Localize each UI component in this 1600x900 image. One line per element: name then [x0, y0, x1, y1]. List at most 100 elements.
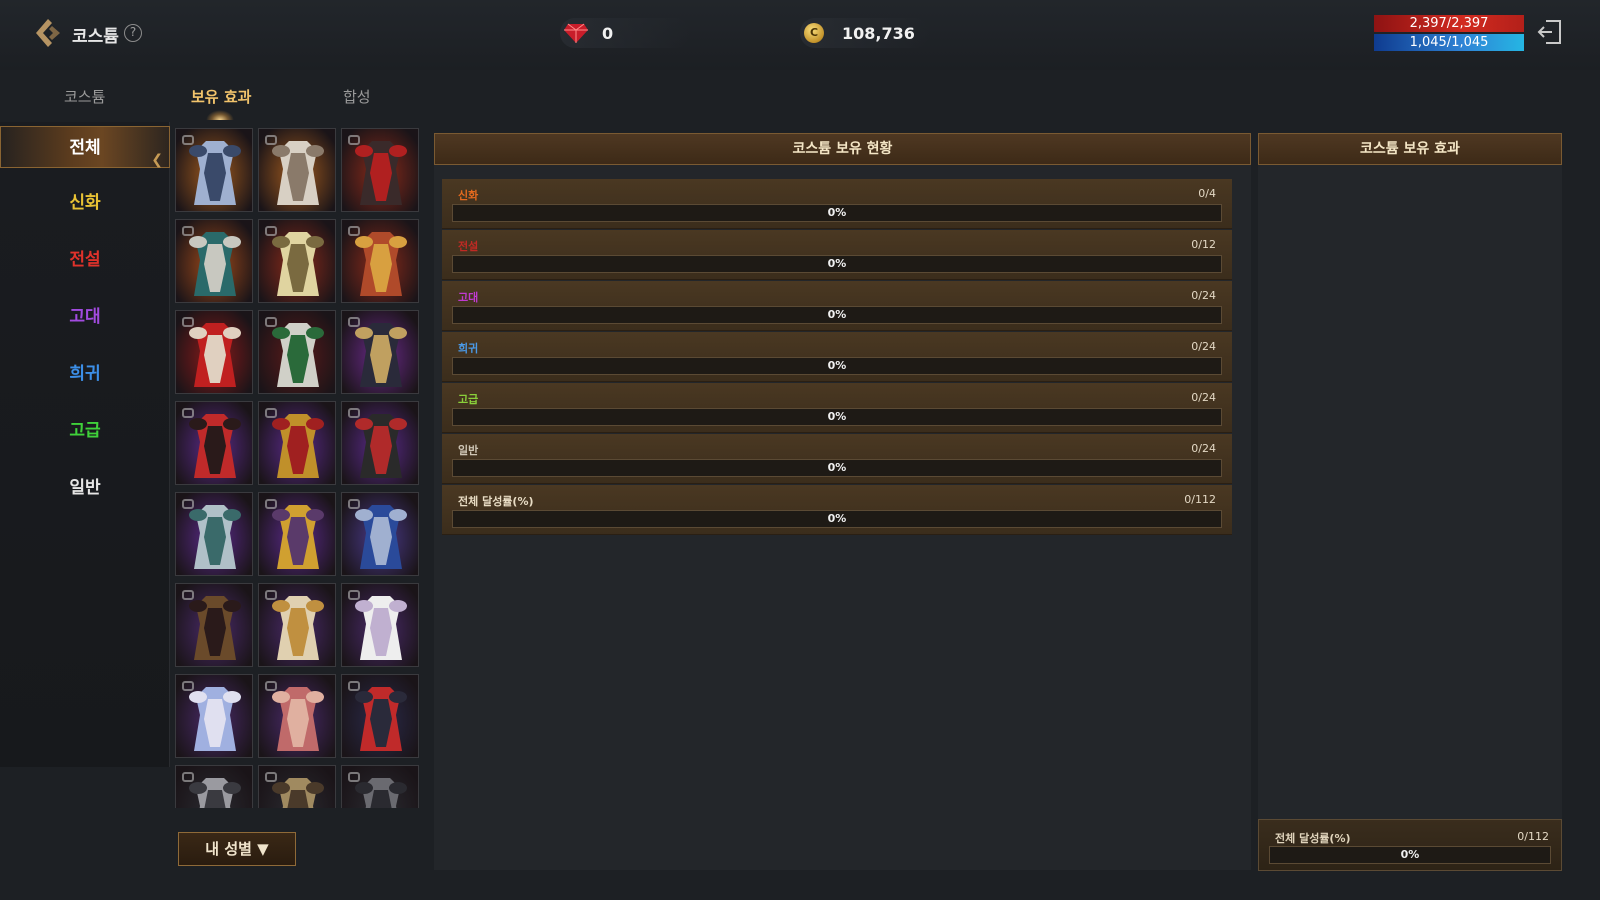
category-all[interactable]: 전체 ❮: [0, 126, 170, 168]
total-percent: 0%: [1400, 848, 1420, 861]
costume-slot[interactable]: [175, 674, 253, 758]
lock-icon: [182, 499, 194, 509]
lock-icon: [182, 317, 194, 327]
costume-slot[interactable]: [341, 219, 419, 303]
grade-count: 0/24: [1191, 442, 1216, 455]
status-row: 고급 0/24 0%: [442, 383, 1232, 433]
lock-icon: [182, 408, 194, 418]
costume-grid: [172, 128, 426, 808]
category-sidebar: 전체 ❮ 신화 전설 고대 희귀 고급 일반: [0, 122, 170, 767]
grade-count: 0/112: [1184, 493, 1216, 506]
gold-currency: C 108,736: [800, 18, 930, 48]
lock-icon: [265, 408, 277, 418]
tab-synthesis[interactable]: 합성: [343, 86, 371, 107]
grade-percent: 0%: [827, 410, 847, 423]
costume-slot[interactable]: [258, 492, 336, 576]
gold-amount: 108,736: [842, 24, 915, 43]
costume-slot[interactable]: [258, 219, 336, 303]
category-legendary[interactable]: 전설: [0, 239, 170, 281]
costume-slot[interactable]: [258, 674, 336, 758]
lock-icon: [182, 590, 194, 600]
lock-icon: [348, 681, 360, 691]
costume-slot[interactable]: [258, 128, 336, 212]
category-normal[interactable]: 일반: [0, 467, 170, 509]
grade-percent: 0%: [827, 308, 847, 321]
lock-icon: [348, 135, 360, 145]
panel-title: 코스튬 보유 현황: [434, 133, 1251, 165]
status-row: 희귀 0/24 0%: [442, 332, 1232, 382]
lock-icon: [265, 499, 277, 509]
gem-icon: [564, 23, 588, 43]
grade-name: 고급: [458, 393, 479, 406]
grade-progress-bar: 0%: [452, 204, 1222, 222]
costume-slot[interactable]: [341, 765, 419, 808]
tab-owned-effects[interactable]: 보유 효과: [191, 86, 251, 107]
lock-icon: [182, 772, 194, 782]
lock-icon: [348, 226, 360, 236]
costume-slot[interactable]: [175, 583, 253, 667]
category-mythic[interactable]: 신화: [0, 182, 170, 224]
status-row: 일반 0/24 0%: [442, 434, 1232, 484]
grade-name: 전체 달성률(%): [458, 495, 534, 508]
costume-slot[interactable]: [175, 401, 253, 485]
costume-status-panel: 코스튬 보유 현황 신화 0/4 0% 전설 0/12 0% 고대 0/24 0% 희귀 0/24 0…: [434, 133, 1251, 870]
grade-progress-bar: 0%: [452, 408, 1222, 426]
grade-count: 0/12: [1191, 238, 1216, 251]
lock-icon: [182, 681, 194, 691]
costume-slot[interactable]: [175, 765, 253, 808]
category-label: 전체: [69, 138, 101, 158]
costume-slot[interactable]: [258, 583, 336, 667]
grade-percent: 0%: [827, 206, 847, 219]
costume-slot[interactable]: [258, 401, 336, 485]
active-tab-indicator: [206, 110, 234, 120]
lock-icon: [265, 226, 277, 236]
costume-slot[interactable]: [341, 401, 419, 485]
costume-slot[interactable]: [341, 674, 419, 758]
back-arrow-icon[interactable]: [32, 16, 62, 50]
category-rare[interactable]: 희귀: [0, 353, 170, 395]
tab-costume[interactable]: 코스튬: [64, 86, 105, 107]
gem-amount: 0: [602, 24, 614, 43]
status-row: 전체 달성률(%) 0/112 0%: [442, 485, 1232, 535]
grade-name: 희귀: [458, 342, 479, 355]
help-icon[interactable]: ?: [124, 24, 142, 42]
top-bar: 코스튬 ? 0 C 108,736 2,397/2,397 1,045/1,04…: [0, 0, 1600, 70]
lock-icon: [265, 135, 277, 145]
grade-name: 고대: [458, 291, 479, 304]
lock-icon: [265, 772, 277, 782]
grade-progress-bar: 0%: [452, 459, 1222, 477]
status-row: 전설 0/12 0%: [442, 230, 1232, 280]
grade-count: 0/24: [1191, 340, 1216, 353]
costume-slot[interactable]: [341, 310, 419, 394]
status-row: 신화 0/4 0%: [442, 179, 1232, 229]
costume-effects-panel: 코스튬 보유 효과 전체 달성률(%) 0/112 0%: [1258, 133, 1562, 871]
costume-slot[interactable]: [175, 219, 253, 303]
gender-filter-button[interactable]: 내 성별 ▼: [178, 832, 296, 866]
effects-title: 코스튬 보유 효과: [1258, 133, 1562, 165]
hp-bar: 2,397/2,397: [1374, 15, 1524, 32]
grade-count: 0/24: [1191, 391, 1216, 404]
costume-slot[interactable]: [341, 583, 419, 667]
costume-slot[interactable]: [175, 128, 253, 212]
category-advanced[interactable]: 고급: [0, 410, 170, 452]
total-count: 0/112: [1517, 830, 1549, 843]
exit-icon[interactable]: [1536, 18, 1564, 46]
costume-slot[interactable]: [341, 128, 419, 212]
costume-slot[interactable]: [258, 765, 336, 808]
costume-slot[interactable]: [341, 492, 419, 576]
total-label: 전체 달성률(%): [1275, 832, 1351, 845]
grade-percent: 0%: [827, 461, 847, 474]
grade-count: 0/4: [1198, 187, 1216, 200]
lock-icon: [348, 499, 360, 509]
costume-slot[interactable]: [175, 310, 253, 394]
grade-percent: 0%: [827, 359, 847, 372]
lock-icon: [348, 408, 360, 418]
mp-bar: 1,045/1,045: [1374, 34, 1524, 51]
lock-icon: [265, 681, 277, 691]
lock-icon: [182, 226, 194, 236]
grade-progress-bar: 0%: [452, 357, 1222, 375]
category-ancient[interactable]: 고대: [0, 296, 170, 338]
lock-icon: [265, 590, 277, 600]
costume-slot[interactable]: [258, 310, 336, 394]
costume-slot[interactable]: [175, 492, 253, 576]
